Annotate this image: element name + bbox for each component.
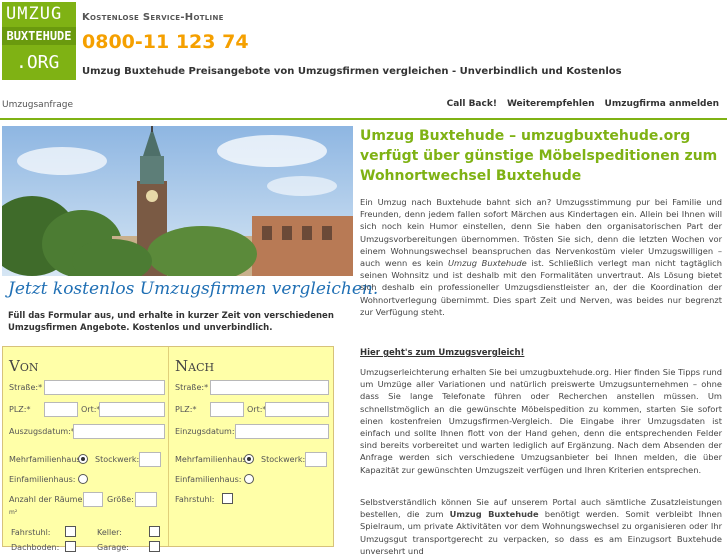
from-attic-label: Dachboden: — [11, 543, 60, 552]
to-efh-label: Einfamilienhaus: — [175, 475, 242, 484]
to-floor-input[interactable] — [305, 452, 327, 467]
nav-links: Call Back! Weiterempfehlen Umzugfirma an… — [447, 99, 719, 109]
from-efh-label: Einfamilienhaus: — [9, 475, 76, 484]
from-mfh-label: Mehrfamilienhaus: — [9, 455, 84, 464]
comparison-link[interactable]: Hier geht's zum Umzugsvergleich! — [360, 348, 524, 358]
logo-line-1: UMZUG — [6, 4, 63, 24]
paragraph-3-bold: Umzug Buxtehude — [449, 509, 539, 520]
from-floor-input[interactable] — [139, 452, 161, 467]
site-tagline: Umzug Buxtehude Preisangebote von Umzugs… — [82, 66, 622, 77]
from-mfh-radio[interactable] — [78, 454, 88, 464]
from-street-input[interactable] — [44, 380, 165, 395]
from-date-input[interactable] — [73, 424, 165, 439]
from-plz-input[interactable] — [44, 402, 78, 417]
church-photo — [2, 126, 353, 276]
from-size-input[interactable] — [135, 492, 157, 507]
to-plz-input[interactable] — [210, 402, 244, 417]
from-street-label: Straße:* — [9, 383, 43, 392]
from-cellar-label: Keller: — [97, 528, 122, 537]
article-paragraph-1: Ein Umzug nach Buxtehude bahnt sich an? … — [360, 196, 722, 318]
from-ort-input[interactable] — [99, 402, 165, 417]
from-attic-checkbox[interactable] — [65, 541, 76, 552]
from-column: Von Straße:* PLZ:* Ort:* Auszugsdatum:* … — [3, 347, 168, 552]
to-street-label: Straße:* — [175, 383, 209, 392]
to-column: Nach Straße:* PLZ:* Ort:* Einzugsdatum:*… — [168, 347, 334, 546]
article-headline: Umzug Buxtehude – umzugbuxtehude.org ver… — [360, 128, 718, 184]
to-title: Nach — [175, 357, 215, 375]
register-company-link[interactable]: Umzugfirma anmelden — [605, 99, 719, 109]
top-navigation: Umzugsanfrage Call Back! Weiterempfehlen… — [0, 92, 727, 120]
logo-line-3: .ORG — [16, 52, 60, 73]
to-floor-label: Stockwerk: — [261, 455, 306, 464]
from-ort-label: Ort:* — [81, 405, 101, 414]
article-paragraph-2: Umzugserleichterung erhalten Sie bei umz… — [360, 367, 722, 475]
from-rooms-label: Anzahl der Räume: — [9, 495, 86, 504]
to-ort-input[interactable] — [265, 402, 329, 417]
from-elevator-checkbox[interactable] — [65, 526, 76, 537]
site-logo[interactable]: UMZUG BUXTEHUDE .ORG — [2, 2, 76, 80]
from-title: Von — [9, 357, 39, 375]
to-elevator-checkbox[interactable] — [222, 493, 233, 504]
from-elevator-label: Fahrstuhl: — [11, 528, 51, 537]
from-cellar-checkbox[interactable] — [149, 526, 160, 537]
from-date-label: Auszugsdatum:* — [9, 427, 75, 436]
from-floor-label: Stockwerk: — [95, 455, 140, 464]
from-garage-checkbox[interactable] — [149, 541, 160, 552]
paragraph-1-emphasis: Umzug Buxtehude — [447, 258, 527, 269]
to-ort-label: Ort:* — [247, 405, 267, 414]
promo-banner: Jetzt kostenlos Umzugsfirmen vergleichen… — [8, 279, 379, 299]
to-efh-radio[interactable] — [244, 474, 254, 484]
to-mfh-label: Mehrfamilienhaus: — [175, 455, 250, 464]
article-paragraph-3: Selbstverständlich können Sie auf unsere… — [360, 496, 722, 557]
to-elevator-label: Fahrstuhl: — [175, 495, 215, 504]
from-plz-label: PLZ:* — [9, 405, 31, 414]
from-garage-label: Garage: — [97, 543, 129, 552]
from-rooms-input[interactable] — [83, 492, 103, 507]
to-mfh-radio[interactable] — [244, 454, 254, 464]
breadcrumb[interactable]: Umzugsanfrage — [2, 100, 73, 110]
recommend-link[interactable]: Weiterempfehlen — [507, 99, 595, 109]
from-size-label: Größe: — [107, 495, 134, 504]
to-street-input[interactable] — [210, 380, 329, 395]
form-intro: Füll das Formular aus, und erhalte in ku… — [8, 311, 334, 333]
callback-link[interactable]: Call Back! — [447, 99, 497, 109]
logo-line-2: BUXTEHUDE — [2, 27, 76, 45]
hotline-number[interactable]: 0800-11 123 74 — [82, 31, 249, 53]
from-efh-radio[interactable] — [78, 474, 88, 484]
moving-request-form: Von Straße:* PLZ:* Ort:* Auszugsdatum:* … — [2, 346, 334, 552]
to-date-input[interactable] — [235, 424, 329, 439]
to-plz-label: PLZ:* — [175, 405, 197, 414]
from-size-unit: m² — [9, 509, 18, 516]
hotline-title: Kostenlose Service-Hotline — [82, 12, 224, 23]
to-date-label: Einzugsdatum:* — [175, 427, 239, 436]
